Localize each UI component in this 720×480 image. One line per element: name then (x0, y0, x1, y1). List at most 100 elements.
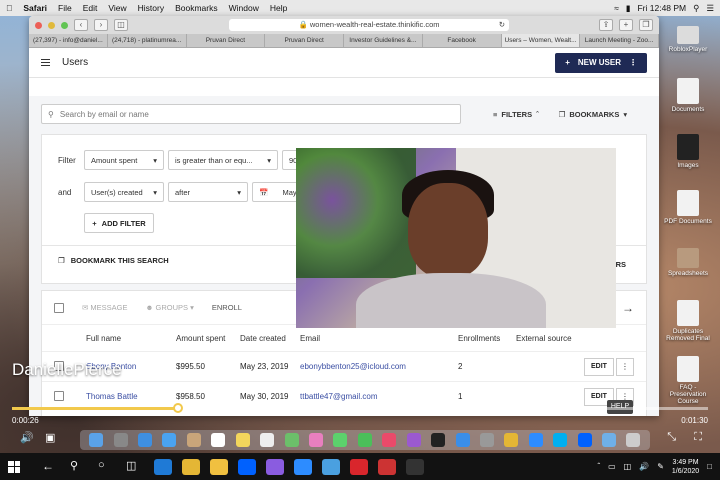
preferences-icon[interactable] (479, 433, 494, 447)
window-minimize-icon[interactable] (48, 21, 55, 29)
column-header[interactable]: Date created (240, 334, 300, 343)
control-center-icon[interactable]: ☰ (706, 3, 714, 14)
music-icon[interactable] (382, 433, 397, 447)
add-filter-button[interactable]: + ADD FILTER (84, 213, 154, 233)
folder-icon[interactable] (602, 433, 617, 447)
scrubber-handle[interactable] (173, 403, 184, 413)
browser-tab[interactable]: (27,397) - info@daniel... (29, 34, 108, 47)
reminders-icon[interactable] (260, 433, 275, 447)
browser-tab[interactable]: Facebook (423, 34, 502, 47)
app-icon[interactable] (266, 458, 284, 475)
back-button[interactable]: ‹ (74, 19, 88, 31)
task-view-icon[interactable]: ◫ (126, 459, 144, 475)
skype-icon[interactable] (553, 433, 568, 447)
filter-field-select[interactable]: Amount spent ▾ (84, 150, 164, 170)
video-scrubber[interactable] (12, 403, 708, 413)
acrobat-icon[interactable] (350, 458, 368, 475)
battery-icon[interactable]: ▮ (626, 3, 631, 14)
desktop-icon-spreadsheets[interactable]: Spreadsheets (662, 248, 714, 277)
browser-tab-active[interactable]: Users – Women, Wealt... (501, 34, 581, 47)
clear-filters-button[interactable]: RS (616, 260, 626, 269)
speaker-icon[interactable]: 🔊 (639, 462, 649, 471)
filter-operator-select[interactable]: is greater than or equ... ▾ (168, 150, 278, 170)
next-page-icon[interactable]: → (622, 301, 634, 315)
share-button[interactable]: ⇪ (599, 19, 613, 31)
zoom-icon[interactable] (294, 458, 312, 475)
dropbox-icon[interactable] (238, 458, 256, 475)
browser-tab[interactable]: Pruvan Direct (265, 34, 344, 47)
app-icon[interactable] (378, 458, 396, 475)
chevron-up-icon[interactable]: ˆ (597, 462, 600, 471)
captions-icon[interactable]: ▣ (45, 431, 55, 444)
tab-overview-button[interactable]: ❐ (639, 19, 653, 31)
monitor-icon[interactable]: ▭ (608, 462, 616, 471)
browser-tab[interactable]: Launch Meeting - Zoo... (580, 34, 659, 47)
row-checkbox[interactable] (54, 390, 64, 401)
column-header[interactable]: Email (300, 334, 458, 343)
column-header[interactable]: Full name (86, 334, 176, 343)
mail-icon[interactable] (162, 433, 177, 447)
facetime-icon[interactable] (357, 433, 372, 447)
filter-field-select[interactable]: User(s) created ▾ (84, 182, 164, 202)
desktop-icon-images[interactable]: Images (662, 134, 714, 169)
video-editor-icon[interactable] (406, 458, 424, 475)
browser-tab[interactable]: (24,718) - platinumrea... (108, 34, 187, 47)
dropbox-icon[interactable] (577, 433, 592, 447)
kebab-icon[interactable]: ⋮ (629, 58, 637, 67)
windows-start-icon[interactable] (8, 460, 20, 473)
window-close-icon[interactable] (35, 21, 42, 29)
bookmarks-dropdown[interactable]: ❐ BOOKMARKS ▾ (559, 110, 628, 119)
search-spotlight-icon[interactable]: ⚲ (693, 3, 699, 14)
trash-icon[interactable] (626, 433, 641, 447)
groups-button[interactable]: ☻ GROUPS ▾ (145, 303, 193, 312)
fullscreen-icon[interactable]: ⛶ (694, 431, 702, 444)
menu-bookmarks[interactable]: Bookmarks (175, 3, 218, 13)
desktop-icon-documents[interactable]: Documents (662, 78, 714, 113)
menu-window[interactable]: Window (229, 3, 259, 13)
column-header[interactable]: Enrollments (458, 334, 516, 343)
address-bar[interactable]: 🔒 women-wealth-real-estate.thinkific.com… (229, 19, 509, 31)
edit-button[interactable]: EDIT (584, 357, 614, 376)
browser-tab[interactable]: Investor Guidelines &... (344, 34, 423, 47)
app-store-icon[interactable] (455, 433, 470, 447)
podcasts-icon[interactable] (406, 433, 421, 447)
back-arrow-icon[interactable]: ← (42, 459, 60, 475)
forward-button[interactable]: › (94, 19, 108, 31)
window-zoom-icon[interactable] (61, 21, 68, 29)
row-kebab-icon[interactable]: ⋮ (616, 357, 634, 376)
search-input[interactable]: ⚲ Search by email or name (41, 104, 461, 124)
hamburger-menu-icon[interactable] (41, 59, 50, 66)
taskbar-clock[interactable]: 3:49 PM 1/6/2020 (672, 458, 699, 476)
notifications-icon[interactable]: □ (707, 462, 712, 471)
menu-app-name[interactable]: Safari (23, 3, 47, 13)
notes-icon[interactable] (235, 433, 250, 447)
menu-history[interactable]: History (138, 3, 164, 13)
column-header[interactable]: External source (516, 334, 586, 343)
finder-icon[interactable] (89, 433, 104, 447)
desktop-icon-faq[interactable]: FAQ - Preservation Course (662, 356, 714, 405)
menubar-clock[interactable]: Fri 12:48 PM (637, 3, 686, 13)
chrome-icon[interactable] (504, 433, 519, 447)
cortana-icon[interactable]: ○ (98, 459, 116, 475)
apple-icon[interactable]:  (6, 3, 12, 13)
menu-file[interactable]: File (58, 3, 72, 13)
maps-icon[interactable] (284, 433, 299, 447)
reload-icon[interactable]: ↻ (499, 19, 505, 31)
filters-toggle[interactable]: ≡ FILTERS ˆ (493, 110, 539, 119)
app-icon[interactable] (322, 458, 340, 475)
menu-view[interactable]: View (108, 3, 126, 13)
desktop-icon-robloxplayer[interactable]: RobloxPlayer (662, 22, 714, 53)
new-tab-button[interactable]: + (619, 19, 633, 31)
menu-help[interactable]: Help (270, 3, 287, 13)
menu-edit[interactable]: Edit (83, 3, 98, 13)
sidebar-toggle-button[interactable]: ◫ (114, 19, 128, 31)
search-icon[interactable]: ⚲ (70, 459, 88, 475)
filter-operator-select[interactable]: after ▾ (168, 182, 248, 202)
new-user-button[interactable]: + NEW USER ⋮ (555, 52, 647, 73)
expand-icon[interactable]: ⤡ (667, 431, 676, 444)
message-button[interactable]: ✉ MESSAGE (82, 303, 127, 312)
edge-icon[interactable] (154, 458, 172, 475)
enroll-button[interactable]: ENROLL (212, 303, 242, 312)
pen-icon[interactable]: ✎ (657, 462, 664, 471)
volume-icon[interactable]: 🔊 (20, 431, 34, 444)
